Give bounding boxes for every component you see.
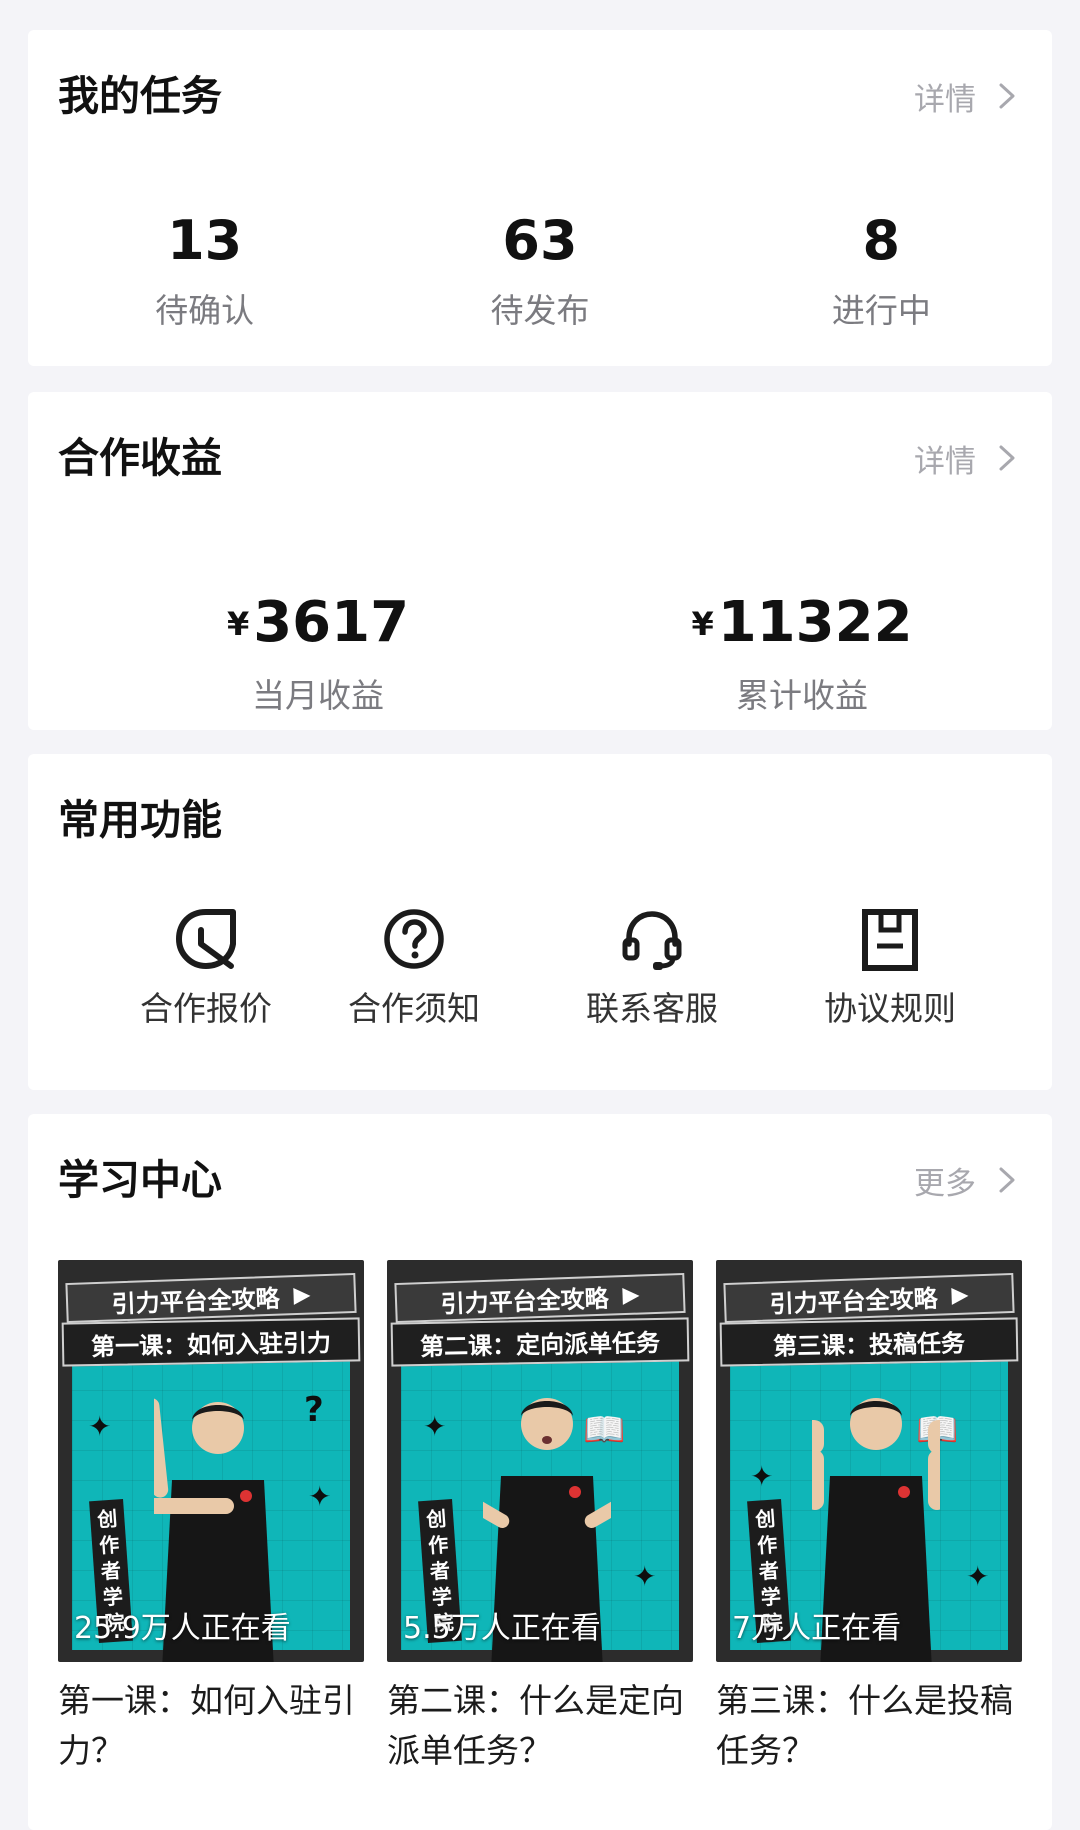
currency-symbol: ¥ <box>226 605 250 643</box>
video-thumbnail: ✦ ? ✦ 引力平台全攻略 ▶ 第一课：如何入驻引力 创作者学院 25.9万人正… <box>58 1260 364 1662</box>
banner-title-text: 引力平台全攻略 <box>111 1284 281 1318</box>
video-view-count: 7万人正在看 <box>732 1611 902 1646</box>
amount-value: 3617 <box>253 590 410 655</box>
play-icon: ▶ <box>622 1282 640 1308</box>
thumbnail-banner-subtitle: 第一课：如何入驻引力 <box>61 1317 361 1367</box>
learning-more-label: 更多 <box>914 1165 976 1202</box>
stat-in-progress[interactable]: 8 进行中 <box>711 206 1052 334</box>
my-tasks-title: 我的任务 <box>58 72 222 120</box>
stat-label: 待发布 <box>490 291 590 330</box>
earnings-monthly-amount: ¥3617 <box>168 588 468 659</box>
sparkle-icon: ✦ <box>750 1460 774 1493</box>
earnings-total[interactable]: ¥11322 累计收益 <box>652 588 952 719</box>
thumbnail-banner-title: 引力平台全攻略 ▶ <box>394 1272 686 1324</box>
thumbnail-banner-subtitle: 第二课：定向派单任务 <box>390 1317 690 1367</box>
function-label: 合作报价 <box>140 989 272 1028</box>
learning-title: 学习中心 <box>58 1156 222 1204</box>
video-card-lesson-2[interactable]: ✦ ✦ 📖 引力平台全攻略 ▶ 第二课：定向派单任务 创作者学院 5.5万人正在… <box>387 1260 693 1776</box>
question-marks-icon: ? <box>304 1390 324 1430</box>
video-title: 第二课：什么是定向派单任务？ <box>387 1681 684 1770</box>
function-label: 协议规则 <box>824 989 956 1028</box>
thumbnail-banner-title: 引力平台全攻略 ▶ <box>65 1272 357 1324</box>
functions-title: 常用功能 <box>58 796 222 844</box>
task-stats: 13 待确认 63 待发布 8 进行中 <box>28 206 1052 334</box>
my-tasks-card: 我的任务 详情 13 待确认 63 待发布 8 进行中 <box>28 30 1052 366</box>
sparkle-icon: ✦ <box>633 1560 657 1593</box>
earnings-total-label: 累计收益 <box>736 676 868 715</box>
stat-pending-confirm[interactable]: 13 待确认 <box>34 206 375 334</box>
banner-title-text: 引力平台全攻略 <box>440 1284 610 1318</box>
common-functions-card: 常用功能 合作报价 合作须知 联系客服 协议规则 <box>28 754 1052 1090</box>
leaf-tag-icon <box>176 909 236 969</box>
earnings-header: 合作收益 详情 <box>58 430 1022 486</box>
stat-value: 13 <box>167 209 243 272</box>
play-icon: ▶ <box>293 1282 311 1308</box>
function-label: 联系客服 <box>586 989 718 1028</box>
sparkle-icon: ✦ <box>423 1410 447 1443</box>
chevron-right-icon <box>999 1167 1015 1193</box>
earnings-detail-label: 详情 <box>914 443 976 480</box>
video-card-lesson-3[interactable]: ✦ ✦ 📖 引力平台全攻略 ▶ <box>716 1260 1022 1776</box>
video-thumbnail: ✦ ✦ 📖 引力平台全攻略 ▶ <box>716 1260 1022 1662</box>
function-notice[interactable]: 合作须知 <box>314 904 514 1032</box>
my-tasks-detail-label: 详情 <box>914 81 976 118</box>
function-label: 合作须知 <box>348 989 480 1028</box>
earnings-total-amount: ¥11322 <box>652 588 952 659</box>
functions-header: 常用功能 <box>58 792 1022 848</box>
play-icon: ▶ <box>951 1282 969 1308</box>
video-title: 第三课：什么是投稿任务？ <box>716 1681 1013 1770</box>
video-card-lesson-1[interactable]: ✦ ? ✦ 引力平台全攻略 ▶ 第一课：如何入驻引力 创作者学院 25.9万人正… <box>58 1260 364 1776</box>
banner-title-text: 引力平台全攻略 <box>769 1284 939 1318</box>
earnings-card: 合作收益 详情 ¥3617 当月收益 ¥11322 累计收益 <box>28 392 1052 730</box>
earnings-monthly[interactable]: ¥3617 当月收益 <box>168 588 468 719</box>
stat-label: 进行中 <box>831 291 931 330</box>
sparkle-icon: ✦ <box>966 1560 990 1593</box>
stat-label: 待确认 <box>155 291 255 330</box>
function-agreement-rules[interactable]: 协议规则 <box>790 904 990 1032</box>
thumbnail-banner-title: 引力平台全攻略 ▶ <box>723 1272 1015 1324</box>
video-title: 第一课：如何入驻引力？ <box>58 1681 355 1770</box>
video-view-count: 25.9万人正在看 <box>74 1611 291 1646</box>
earnings-title: 合作收益 <box>58 434 222 482</box>
video-list: ✦ ? ✦ 引力平台全攻略 ▶ 第一课：如何入驻引力 创作者学院 25.9万人正… <box>58 1260 1022 1820</box>
learning-header: 学习中心 更多 <box>58 1152 1022 1208</box>
amount-value: 11322 <box>717 590 913 655</box>
question-circle-icon <box>384 909 444 969</box>
earnings-monthly-label: 当月收益 <box>252 676 384 715</box>
video-view-count: 5.5万人正在看 <box>403 1611 601 1646</box>
sparkle-icon: ✦ <box>88 1410 112 1443</box>
video-thumbnail: ✦ ✦ 📖 引力平台全攻略 ▶ <box>387 1260 693 1662</box>
learning-more-link[interactable]: 更多 <box>914 1152 1022 1208</box>
stat-value: 63 <box>502 209 578 272</box>
my-tasks-header: 我的任务 详情 <box>58 68 1022 124</box>
chevron-right-icon <box>999 445 1015 471</box>
profile-page: 我的任务 详情 13 待确认 63 待发布 8 进行中 合作收益 详情 ¥361… <box>0 0 1080 1830</box>
headset-icon <box>622 911 682 970</box>
currency-symbol: ¥ <box>691 605 714 643</box>
stat-value: 8 <box>862 209 901 272</box>
learning-center-card: 学习中心 更多 ✦ ? ✦ 引力平台全攻略 ▶ 第一课：如何入驻引力 创作者学院… <box>28 1114 1052 1830</box>
earnings-detail-link[interactable]: 详情 <box>914 430 1022 486</box>
function-contact-support[interactable]: 联系客服 <box>552 904 752 1032</box>
thumbnail-banner-subtitle: 第三课：投稿任务 <box>719 1317 1019 1367</box>
stat-pending-publish[interactable]: 63 待发布 <box>369 206 710 334</box>
my-tasks-detail-link[interactable]: 详情 <box>914 68 1022 124</box>
chevron-right-icon <box>999 83 1015 109</box>
function-quote[interactable]: 合作报价 <box>106 904 306 1032</box>
sparkle-icon: ✦ <box>308 1480 332 1513</box>
document-icon <box>862 909 918 971</box>
